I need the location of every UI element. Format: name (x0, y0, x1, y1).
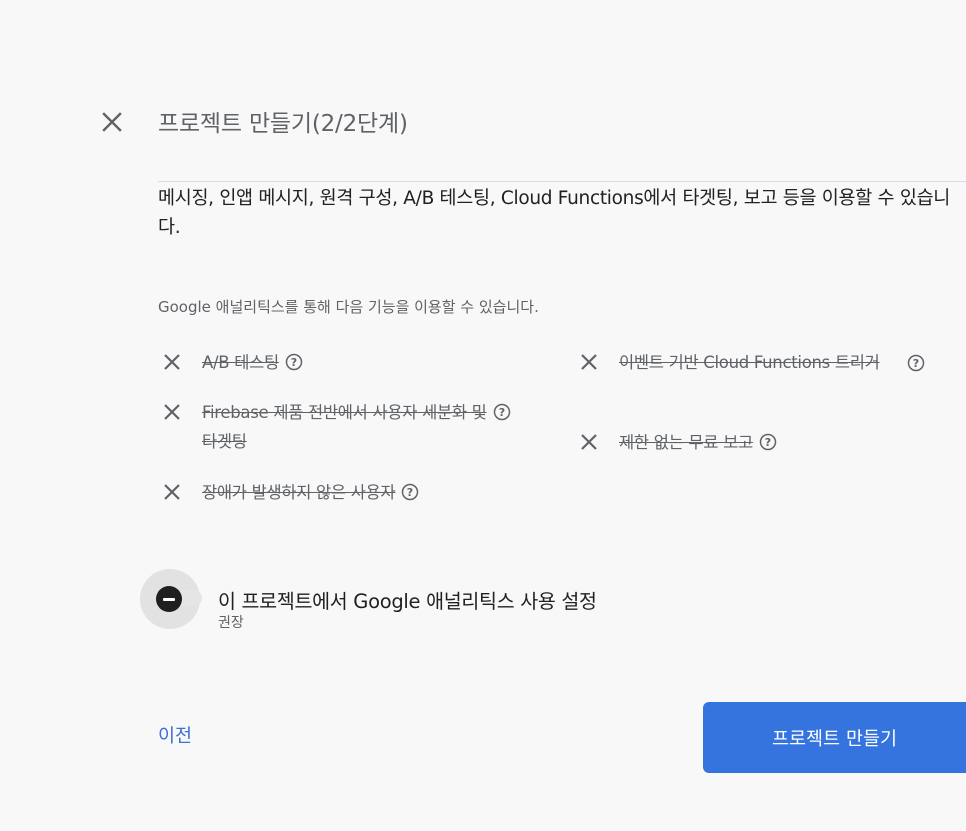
svg-text:?: ? (499, 406, 505, 419)
header-divider (158, 181, 966, 182)
feature-item-segmentation: Firebase 제품 전반에서 사용자 세분화 및 타겟팅 ? (158, 398, 518, 456)
minus-icon (163, 597, 175, 601)
svg-text:?: ? (291, 356, 297, 369)
help-circle-icon[interactable]: ? (493, 403, 511, 421)
previous-button[interactable]: 이전 (158, 722, 192, 748)
feature-label: 이벤트 기반 Cloud Functions 트리거 (619, 353, 880, 372)
create-project-button[interactable]: 프로젝트 만들기 (703, 702, 966, 773)
feature-item-cloud-functions-triggers: 이벤트 기반 Cloud Functions 트리거 ? (575, 348, 935, 377)
analytics-toggle-switch[interactable] (156, 586, 182, 612)
svg-text:?: ? (913, 357, 919, 370)
feature-item-ab-testing: A/B 테스팅 ? (158, 348, 303, 377)
svg-text:?: ? (407, 486, 413, 499)
create-project-dialog: 프로젝트 만들기(2/2단계) 메시징, 인앱 메시지, 원격 구성, A/B … (0, 0, 966, 831)
create-project-button-label: 프로젝트 만들기 (771, 728, 898, 750)
feature-label: Firebase 제품 전반에서 사용자 세분화 및 타겟팅 (202, 403, 487, 451)
help-circle-icon[interactable]: ? (285, 353, 303, 371)
feature-label: 장애가 발생하지 않은 사용자 (202, 483, 396, 502)
analytics-features-subtitle: Google 애널리틱스를 통해 다음 기능을 이용할 수 있습니다. (158, 298, 539, 316)
help-circle-icon[interactable]: ? (907, 354, 925, 372)
help-circle-icon[interactable]: ? (759, 433, 777, 451)
feature-label: 제한 없는 무료 보고 (619, 433, 753, 452)
close-icon (575, 348, 603, 376)
intro-text: 메시징, 인앱 메시지, 원격 구성, A/B 테스팅, Cloud Funct… (158, 188, 951, 238)
feature-item-crash-free-users: 장애가 발생하지 않은 사용자 ? (158, 478, 419, 507)
close-icon (158, 478, 186, 506)
close-icon (575, 428, 603, 456)
page-title: 프로젝트 만들기(2/2단계) (158, 111, 408, 137)
close-button[interactable] (96, 106, 128, 138)
close-icon (158, 348, 186, 376)
analytics-toggle-sublabel: 권장 (218, 615, 244, 631)
close-icon (158, 398, 186, 426)
svg-text:?: ? (765, 436, 771, 449)
close-icon (102, 112, 122, 132)
feature-label: A/B 테스팅 (202, 353, 279, 372)
feature-item-unlimited-reporting: 제한 없는 무료 보고 ? (575, 428, 777, 457)
help-circle-icon[interactable]: ? (401, 483, 419, 501)
analytics-toggle-label: 이 프로젝트에서 Google 애널리틱스 사용 설정 (218, 590, 597, 613)
